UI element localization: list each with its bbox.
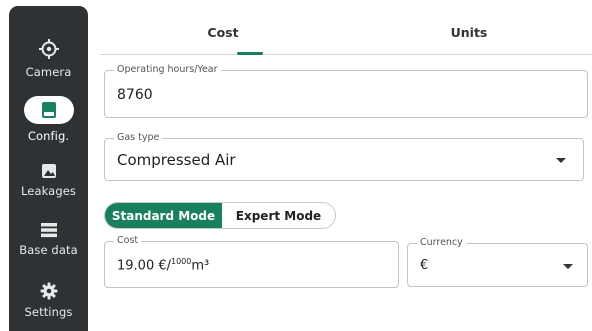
gas-type-label: Gas type xyxy=(114,132,163,144)
sidebar: Camera Config. Leakages Base data Settin… xyxy=(9,6,88,331)
gas-type-value: Compressed Air xyxy=(117,151,236,169)
cost-field[interactable]: Cost 19.00 €/1000m³ xyxy=(104,235,399,288)
cost-amount: 19.00 €/ xyxy=(117,258,171,274)
list-icon xyxy=(40,223,57,238)
tab-cost-label: Cost xyxy=(207,25,239,40)
cost-label: Cost xyxy=(114,235,142,247)
nav-config-label: Config. xyxy=(27,129,70,143)
nav-leakages[interactable]: Leakages xyxy=(9,163,88,198)
camera-icon xyxy=(38,39,59,59)
expert-mode-button[interactable]: Expert Mode xyxy=(222,203,335,228)
nav-settings-label: Settings xyxy=(24,305,73,319)
tab-cost[interactable]: Cost xyxy=(100,14,346,54)
nav-base-data-label: Base data xyxy=(19,243,78,257)
cost-unit-sup: 1000 xyxy=(171,257,192,266)
nav-config-pill xyxy=(23,96,74,124)
cost-unit: m³ xyxy=(191,258,210,274)
config-icon xyxy=(41,102,56,118)
tab-units[interactable]: Units xyxy=(346,14,592,54)
nav-camera[interactable]: Camera xyxy=(9,38,88,79)
tab-units-label: Units xyxy=(450,25,488,40)
currency-value: € xyxy=(420,258,429,273)
image-icon xyxy=(41,164,56,178)
active-tab-indicator xyxy=(237,52,263,55)
operating-hours-label: Operating hours/Year xyxy=(114,64,221,76)
gear-icon xyxy=(40,282,57,300)
tab-bar: Cost Units xyxy=(100,14,592,55)
mode-toggle: Standard Mode Expert Mode xyxy=(104,202,336,229)
currency-label: Currency xyxy=(417,237,466,249)
cost-value: 19.00 €/1000m³ xyxy=(117,257,209,273)
nav-settings[interactable]: Settings xyxy=(9,282,88,319)
currency-select[interactable]: Currency € xyxy=(407,237,588,287)
operating-hours-field[interactable]: Operating hours/Year 8760 xyxy=(104,64,588,118)
nav-camera-label: Camera xyxy=(25,65,72,79)
operating-hours-value: 8760 xyxy=(117,87,153,103)
chevron-down-icon xyxy=(563,264,573,269)
chevron-down-icon xyxy=(556,158,566,163)
nav-leakages-label: Leakages xyxy=(21,184,76,198)
nav-config[interactable]: Config. xyxy=(9,96,88,143)
standard-mode-button[interactable]: Standard Mode xyxy=(105,203,222,228)
nav-base-data[interactable]: Base data xyxy=(9,222,88,257)
gas-type-select[interactable]: Gas type Compressed Air xyxy=(104,132,584,181)
